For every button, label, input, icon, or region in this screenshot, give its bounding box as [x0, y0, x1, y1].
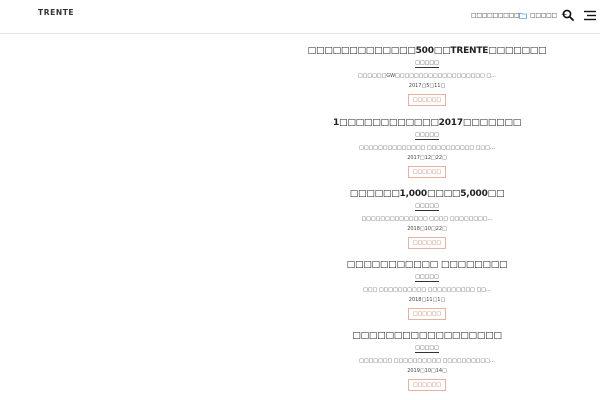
post-item: □□□□□□□□□□□□□□□□□□ □□□□□ □□□□□□□ □□□□□□□… — [320, 331, 534, 391]
search-icon[interactable] — [562, 9, 574, 21]
site-header: TRENTE □□□□□□□□□ □□□□□ + — [0, 0, 600, 34]
post-date: 2017□12□22□ — [407, 154, 447, 161]
post-item: □□□□□□□□□□□ □□□□□□□□ □□□□□ □□□ □□□□□□□□□… — [320, 260, 534, 320]
category-label: □□□□□ — [530, 11, 557, 19]
post-title[interactable]: □□□□□□1,000□□□□5,000□□ — [350, 189, 505, 200]
post-excerpt: □□□□□□GW□□□□□□□□□□□□□□□□□□□ □… — [357, 72, 497, 79]
post-date: 2018□10□22□ — [407, 225, 447, 232]
site-logo[interactable]: TRENTE — [38, 8, 74, 17]
post-date: 2017□5□11□ — [408, 82, 446, 89]
menu-icon[interactable] — [583, 10, 597, 21]
post-excerpt: □□□□□□□□□□□□□□ □□□□□□□□□□ □□□… — [359, 144, 495, 151]
post-title[interactable]: □□□□□□□□□□□□□500□□TRENTE□□□□□□□ — [308, 46, 547, 57]
read-more-button[interactable]: □□□□□□ — [407, 236, 447, 249]
post-date: 2018□11□1□ — [408, 296, 446, 303]
post-author[interactable]: □□□□□ — [415, 132, 439, 140]
post-item: □□□□□□1,000□□□□5,000□□ □□□□□ □□□□□□□□□□□… — [320, 189, 534, 249]
post-item: 1□□□□□□□□□□□□2017□□□□□□□ □□□□□ □□□□□□□□□… — [320, 118, 534, 178]
read-more-button[interactable]: □□□□□□ — [407, 378, 447, 391]
post-title[interactable]: □□□□□□□□□□□ □□□□□□□□ — [347, 260, 508, 271]
folder-icon — [519, 12, 527, 19]
post-excerpt: □□□□□□□ □□□□□□□□□□ □□□□□□□□□□… — [359, 357, 495, 364]
post-author[interactable]: □□□□□ — [415, 203, 439, 211]
read-more-button[interactable]: □□□□□□ — [407, 93, 447, 106]
post-date: 2019□10□14□ — [407, 367, 447, 374]
read-more-button[interactable]: □□□□□□ — [407, 307, 447, 320]
read-more-button[interactable]: □□□□□□ — [407, 165, 447, 178]
post-title[interactable]: □□□□□□□□□□□□□□□□□□ — [352, 331, 502, 342]
post-author[interactable]: □□□□□ — [415, 345, 439, 353]
post-item: □□□□□□□□□□□□□500□□TRENTE□□□□□□□ □□□□□ □□… — [308, 46, 547, 106]
post-excerpt: □□□ □□□□□□□□□□ □□□□□□□□□□ □□… — [363, 286, 491, 293]
category-menu[interactable]: □□□□□ + — [519, 11, 568, 19]
post-excerpt: □□□□□□□□□□□□□□ □□□□ □□□□□□□□… — [361, 215, 493, 222]
post-author[interactable]: □□□□□ — [415, 274, 439, 282]
nav-link[interactable]: □□□□□□□□□ — [471, 12, 520, 19]
post-title[interactable]: 1□□□□□□□□□□□□2017□□□□□□□ — [333, 118, 521, 129]
post-author[interactable]: □□□□□ — [415, 60, 439, 68]
